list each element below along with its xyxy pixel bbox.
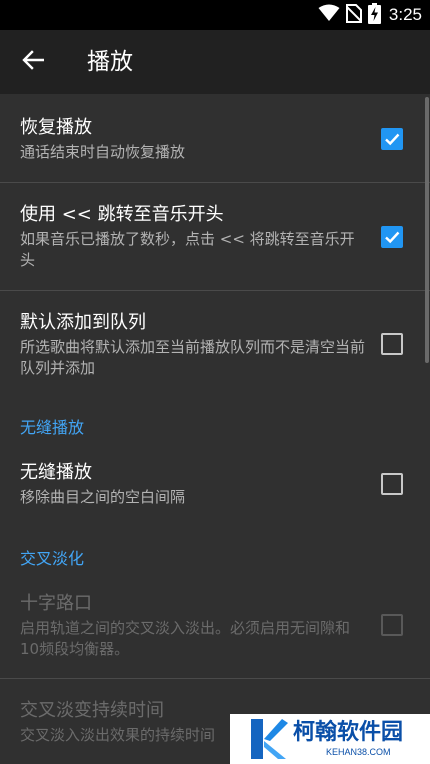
pref-summary: 如果音乐已播放了数秒，点击 << 将跳转至音乐开头 — [20, 230, 355, 269]
rewind-checkbox[interactable] — [381, 226, 403, 248]
scrollbar[interactable] — [425, 97, 429, 363]
pref-add-to-queue[interactable]: 默认添加到队列 所选歌曲将默认添加至当前播放队列而不是清空当前队列并添加 — [0, 291, 430, 398]
category-crossfade: 交叉淡化 — [20, 549, 85, 568]
check-icon — [385, 231, 400, 244]
preferences-list[interactable]: 恢复播放 通话结束时自动恢复播放 使用 << 跳转至音乐开头 如果音乐已播放了数… — [0, 94, 430, 764]
pref-title: 默认添加到队列 — [20, 312, 146, 333]
pref-resume-playback[interactable]: 恢复播放 通话结束时自动恢复播放 — [0, 94, 430, 182]
toolbar: 播放 — [0, 30, 430, 94]
pref-gapless-playback[interactable]: 无缝播放 移除曲目之间的空白间隔 — [0, 449, 430, 519]
pref-summary: 通话结束时自动恢复播放 — [20, 143, 186, 161]
resume-checkbox[interactable] — [381, 128, 403, 150]
page-title: 播放 — [87, 49, 133, 75]
back-button[interactable] — [12, 42, 54, 82]
pref-crossfade: 十字路口 启用轨道之间的交叉淡入淡出。必须启用无间隙和10频段均衡器。 — [0, 580, 430, 678]
watermark-url: KEHAN38.COM — [326, 747, 391, 757]
status-bar: 3:25 — [0, 0, 430, 30]
watermark: 柯翰软件园 KEHAN38.COM — [230, 714, 430, 764]
category-gapless: 无缝播放 — [20, 418, 85, 437]
pref-rewind-to-start[interactable]: 使用 << 跳转至音乐开头 如果音乐已播放了数秒，点击 << 将跳转至音乐开头 — [0, 183, 430, 290]
kehan-logo-icon — [251, 719, 288, 759]
no-sim-icon — [345, 3, 363, 27]
crossfade-checkbox — [381, 614, 403, 636]
pref-title: 恢复播放 — [20, 117, 92, 138]
arrow-left-icon — [22, 50, 45, 74]
pref-summary: 启用轨道之间的交叉淡入淡出。必须启用无间隙和10频段均衡器。 — [20, 619, 351, 658]
pref-title: 使用 << 跳转至音乐开头 — [20, 204, 224, 225]
check-icon — [385, 133, 400, 146]
gapless-checkbox[interactable] — [381, 473, 403, 495]
queue-checkbox[interactable] — [381, 333, 403, 355]
wifi-icon — [318, 4, 340, 26]
watermark-name: 柯翰软件园 — [293, 720, 404, 745]
pref-summary: 移除曲目之间的空白间隔 — [20, 488, 186, 506]
pref-summary: 所选歌曲将默认添加至当前播放队列而不是清空当前队列并添加 — [20, 338, 366, 377]
pref-title: 无缝播放 — [20, 462, 92, 483]
pref-title: 交叉淡变持续时间 — [20, 700, 164, 721]
battery-charging-icon — [367, 2, 381, 28]
status-icons: 3:25 — [318, 0, 422, 30]
pref-title: 十字路口 — [20, 593, 92, 614]
status-time: 3:25 — [388, 5, 422, 24]
